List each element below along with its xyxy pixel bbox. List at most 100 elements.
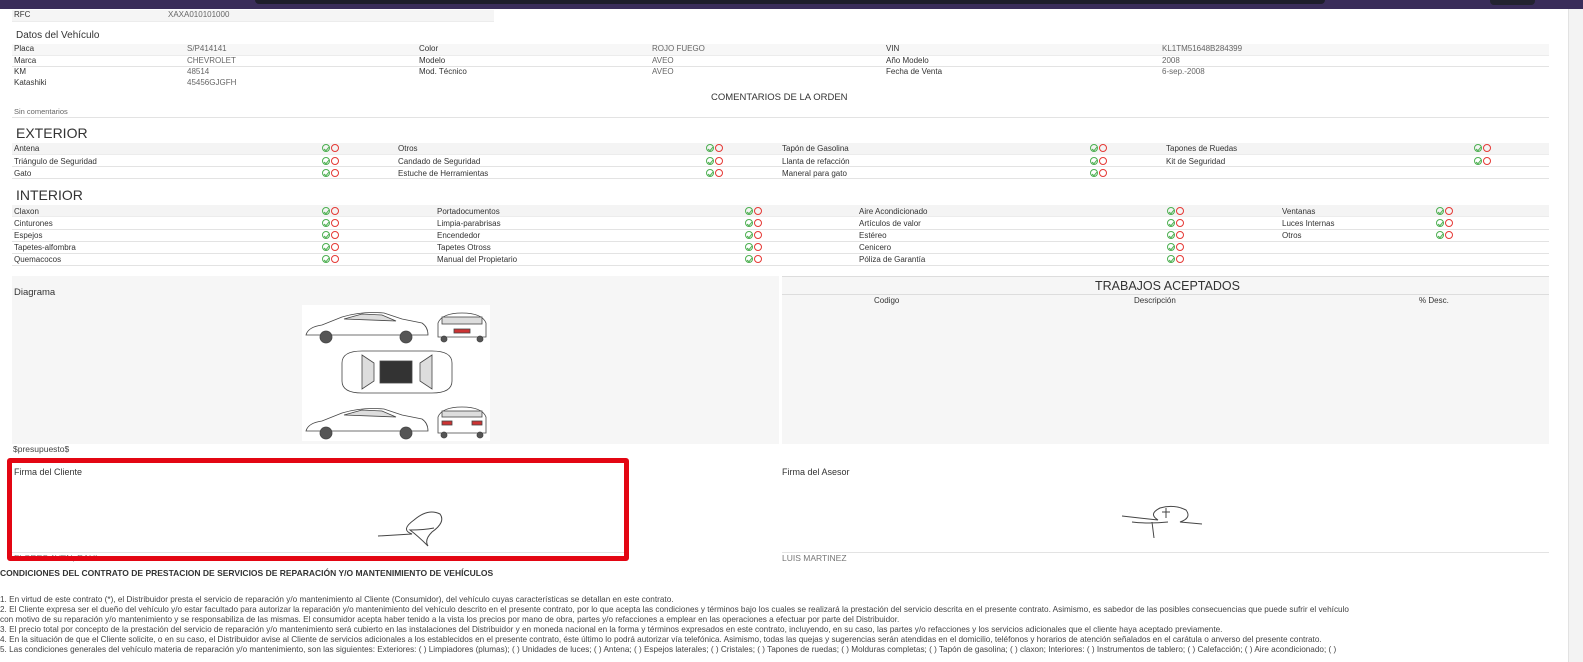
interior-item-luces: Luces Internas (1282, 219, 1335, 228)
exterior-divider-3 (12, 178, 1549, 179)
client-signature-highlight (7, 458, 629, 561)
status-check-pair (1436, 230, 1453, 240)
status-check-pair (1167, 218, 1184, 228)
status-check-pair (745, 242, 762, 252)
rfc-label: RFC (14, 10, 31, 19)
brand-label: Marca (14, 56, 37, 65)
status-check-pair (1090, 156, 1107, 166)
interior-divider-3 (12, 241, 1549, 242)
vehicle-row-divider (12, 66, 1549, 67)
exterior-item-triangulo: Triángulo de Seguridad (14, 157, 97, 166)
interior-title: INTERIOR (16, 187, 83, 203)
exterior-divider-2 (12, 166, 1549, 167)
color-value: ROJO FUEGO (652, 44, 705, 53)
plate-value: S/P414141 (187, 44, 227, 53)
status-check-pair (1474, 143, 1491, 153)
ok-icon (706, 157, 714, 165)
car-diagram[interactable] (302, 305, 490, 441)
car-diagram-image (305, 312, 487, 440)
status-check-pair (322, 242, 339, 252)
diagram-title: Diagrama (14, 287, 56, 298)
no-icon (1483, 157, 1491, 165)
no-icon (1099, 144, 1107, 152)
ok-icon (1167, 243, 1175, 251)
status-check-pair (322, 168, 339, 178)
contract-title: CONDICIONES DEL CONTRATO DE PRESTACION D… (0, 568, 494, 578)
ok-icon (1167, 219, 1175, 227)
km-value: 48514 (187, 67, 210, 76)
interior-item-quemacocos: Quemacocos (14, 255, 62, 264)
no-icon (1483, 144, 1491, 152)
status-check-pair (1167, 230, 1184, 240)
advisor-signature (1118, 502, 1204, 542)
ok-icon (745, 231, 753, 239)
no-icon (715, 144, 723, 152)
exterior-item-otros: Otros (398, 144, 418, 153)
ok-icon (745, 219, 753, 227)
ok-icon (322, 144, 330, 152)
model-label: Modelo (419, 56, 446, 65)
status-check-pair (706, 168, 723, 178)
status-check-pair (322, 218, 339, 228)
contract-line-6: 5. Las condiciones generales del vehícul… (0, 645, 1337, 654)
ok-icon (322, 219, 330, 227)
trabajos-header-divider (782, 294, 1549, 295)
vehicle-row-1 (12, 44, 1549, 56)
status-check-pair (322, 230, 339, 240)
brand-value: CHEVROLET (187, 56, 236, 65)
status-check-pair (706, 156, 723, 166)
contract-line-5: 4. En la situación de que el Cliente sol… (0, 635, 1322, 644)
exterior-item-kit: Kit de Seguridad (1166, 157, 1226, 166)
ok-icon (322, 169, 330, 177)
interior-item-cinturones: Cinturones (14, 219, 53, 228)
status-check-pair (706, 143, 723, 153)
interior-item-ventanas: Ventanas (1282, 207, 1316, 216)
status-check-pair (745, 230, 762, 240)
no-icon (1099, 157, 1107, 165)
interior-row-1 (12, 205, 1549, 217)
status-check-pair (1167, 254, 1184, 264)
interior-item-poliza: Póliza de Garantía (859, 255, 926, 264)
advisor-name: LUIS MARTINEZ (782, 553, 847, 563)
exterior-item-estuche: Estuche de Herramientas (398, 169, 489, 178)
ok-icon (322, 255, 330, 263)
no-icon (1176, 219, 1184, 227)
interior-item-encendedor: Encendedor (437, 231, 481, 240)
model-value: AVEO (652, 56, 674, 65)
ok-icon (322, 157, 330, 165)
status-check-pair (1167, 206, 1184, 216)
exterior-item-tapones-ruedas: Tapones de Ruedas (1166, 144, 1238, 153)
no-icon (1445, 219, 1453, 227)
status-check-pair (1436, 218, 1453, 228)
top-bar-center (255, 0, 1325, 4)
interior-item-tapetes-alfombra: Tapetes-alfombra (14, 243, 76, 252)
vertical-scrollbar[interactable] (1568, 9, 1583, 662)
no-icon (715, 157, 723, 165)
no-icon (754, 231, 762, 239)
advisor-signature-label: Firma del Asesor (782, 467, 850, 477)
ok-icon (1436, 219, 1444, 227)
exterior-item-candado: Candado de Seguridad (398, 157, 481, 166)
interior-item-articulos: Artículos de valor (859, 219, 921, 228)
advisor-signature-line (782, 552, 1549, 553)
ok-icon (1167, 231, 1175, 239)
no-icon (331, 207, 339, 215)
comments-text: Sin comentarios (14, 107, 68, 116)
no-icon (1176, 243, 1184, 251)
exterior-row-1 (12, 143, 1549, 155)
no-icon (331, 169, 339, 177)
ok-icon (745, 255, 753, 263)
ok-icon (706, 144, 714, 152)
tech-model-value: AVEO (652, 67, 674, 76)
ok-icon (1474, 144, 1482, 152)
no-icon (331, 231, 339, 239)
trabajos-col-desc: % Desc. (1419, 296, 1449, 305)
no-icon (331, 219, 339, 227)
no-icon (1176, 255, 1184, 263)
interior-divider-2 (12, 229, 1549, 230)
ok-icon (1436, 207, 1444, 215)
status-check-pair (745, 206, 762, 216)
status-check-pair (322, 206, 339, 216)
ok-icon (745, 243, 753, 251)
no-icon (331, 243, 339, 251)
